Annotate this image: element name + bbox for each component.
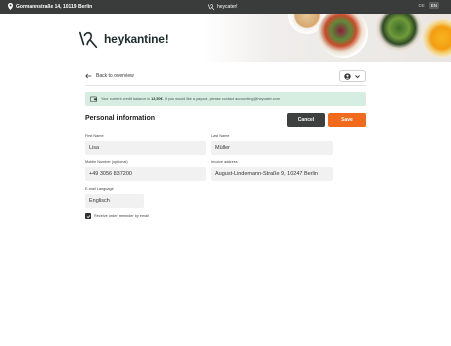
save-button[interactable]: Save: [328, 113, 366, 127]
heycater-brand[interactable]: heycater!: [207, 3, 238, 11]
heycater-logo-icon: [207, 4, 215, 11]
first-name-field[interactable]: Lisa: [85, 141, 206, 155]
checkmark-icon: [86, 214, 90, 218]
language-en[interactable]: EN: [428, 2, 439, 9]
invoice-address-field[interactable]: August-Lindemann-Straße 9, 10247 Berlin: [211, 167, 333, 181]
back-label: Back to overview: [96, 73, 134, 79]
user-avatar-icon: [344, 72, 351, 80]
address-text: Gormannstraße 14, 10119 Berlin: [16, 3, 93, 10]
email-language-select[interactable]: Englisch: [85, 194, 144, 208]
order-reminder-option: Receive order reminder by email: [85, 213, 149, 219]
back-to-overview-link[interactable]: Back to overview: [85, 73, 134, 79]
heykantine-logo[interactable]: heykantine!: [78, 28, 169, 50]
heykantine-logo-icon: [79, 31, 98, 49]
logo-text: heykantine!: [104, 32, 169, 46]
section-title: Personal information: [85, 115, 156, 122]
location-pin-icon: [8, 3, 13, 10]
order-reminder-label: Receive order reminder by email: [94, 214, 149, 218]
top-bar: Gormannstraße 14, 10119 Berlin heycater!…: [0, 0, 451, 14]
order-reminder-checkbox[interactable]: [85, 213, 91, 219]
first-name-label: First Name: [85, 134, 104, 138]
cancel-button[interactable]: Cancel: [287, 113, 325, 127]
last-name-label: Last Name: [211, 134, 230, 138]
credit-amount: 13,50€: [151, 97, 163, 101]
greens-bowl-image: [375, 14, 423, 52]
email-language-label: E-mail Language: [85, 187, 114, 191]
invoice-address-label: Invoice address: [211, 160, 238, 164]
credit-message: Your current credit balance is 13,50€. I…: [101, 97, 280, 101]
wallet-icon: [90, 96, 97, 102]
mobile-number-field[interactable]: +49 3056 837200: [85, 167, 206, 181]
citrus-image: [422, 18, 451, 58]
mobile-number-label: Mobile Number (optional): [85, 160, 128, 164]
divider: [85, 85, 366, 86]
credit-suffix: . If you would like a payout, please con…: [162, 97, 280, 101]
user-menu-button[interactable]: [339, 70, 366, 82]
arrow-left-icon: [85, 73, 92, 79]
salad-bowl-image: [318, 14, 368, 58]
credit-prefix: Your current credit balance is: [101, 97, 152, 101]
brand-text: heycater!: [217, 4, 238, 10]
delivery-address[interactable]: Gormannstraße 14, 10119 Berlin: [8, 3, 92, 10]
last-name-field[interactable]: Müller: [211, 141, 333, 155]
language-switcher: DE EN: [416, 2, 439, 9]
credit-balance-banner: Your current credit balance is 13,50€. I…: [85, 92, 366, 106]
chevron-down-icon: [355, 74, 360, 78]
hero-banner: heykantine!: [0, 14, 451, 62]
language-de[interactable]: DE: [416, 2, 426, 9]
